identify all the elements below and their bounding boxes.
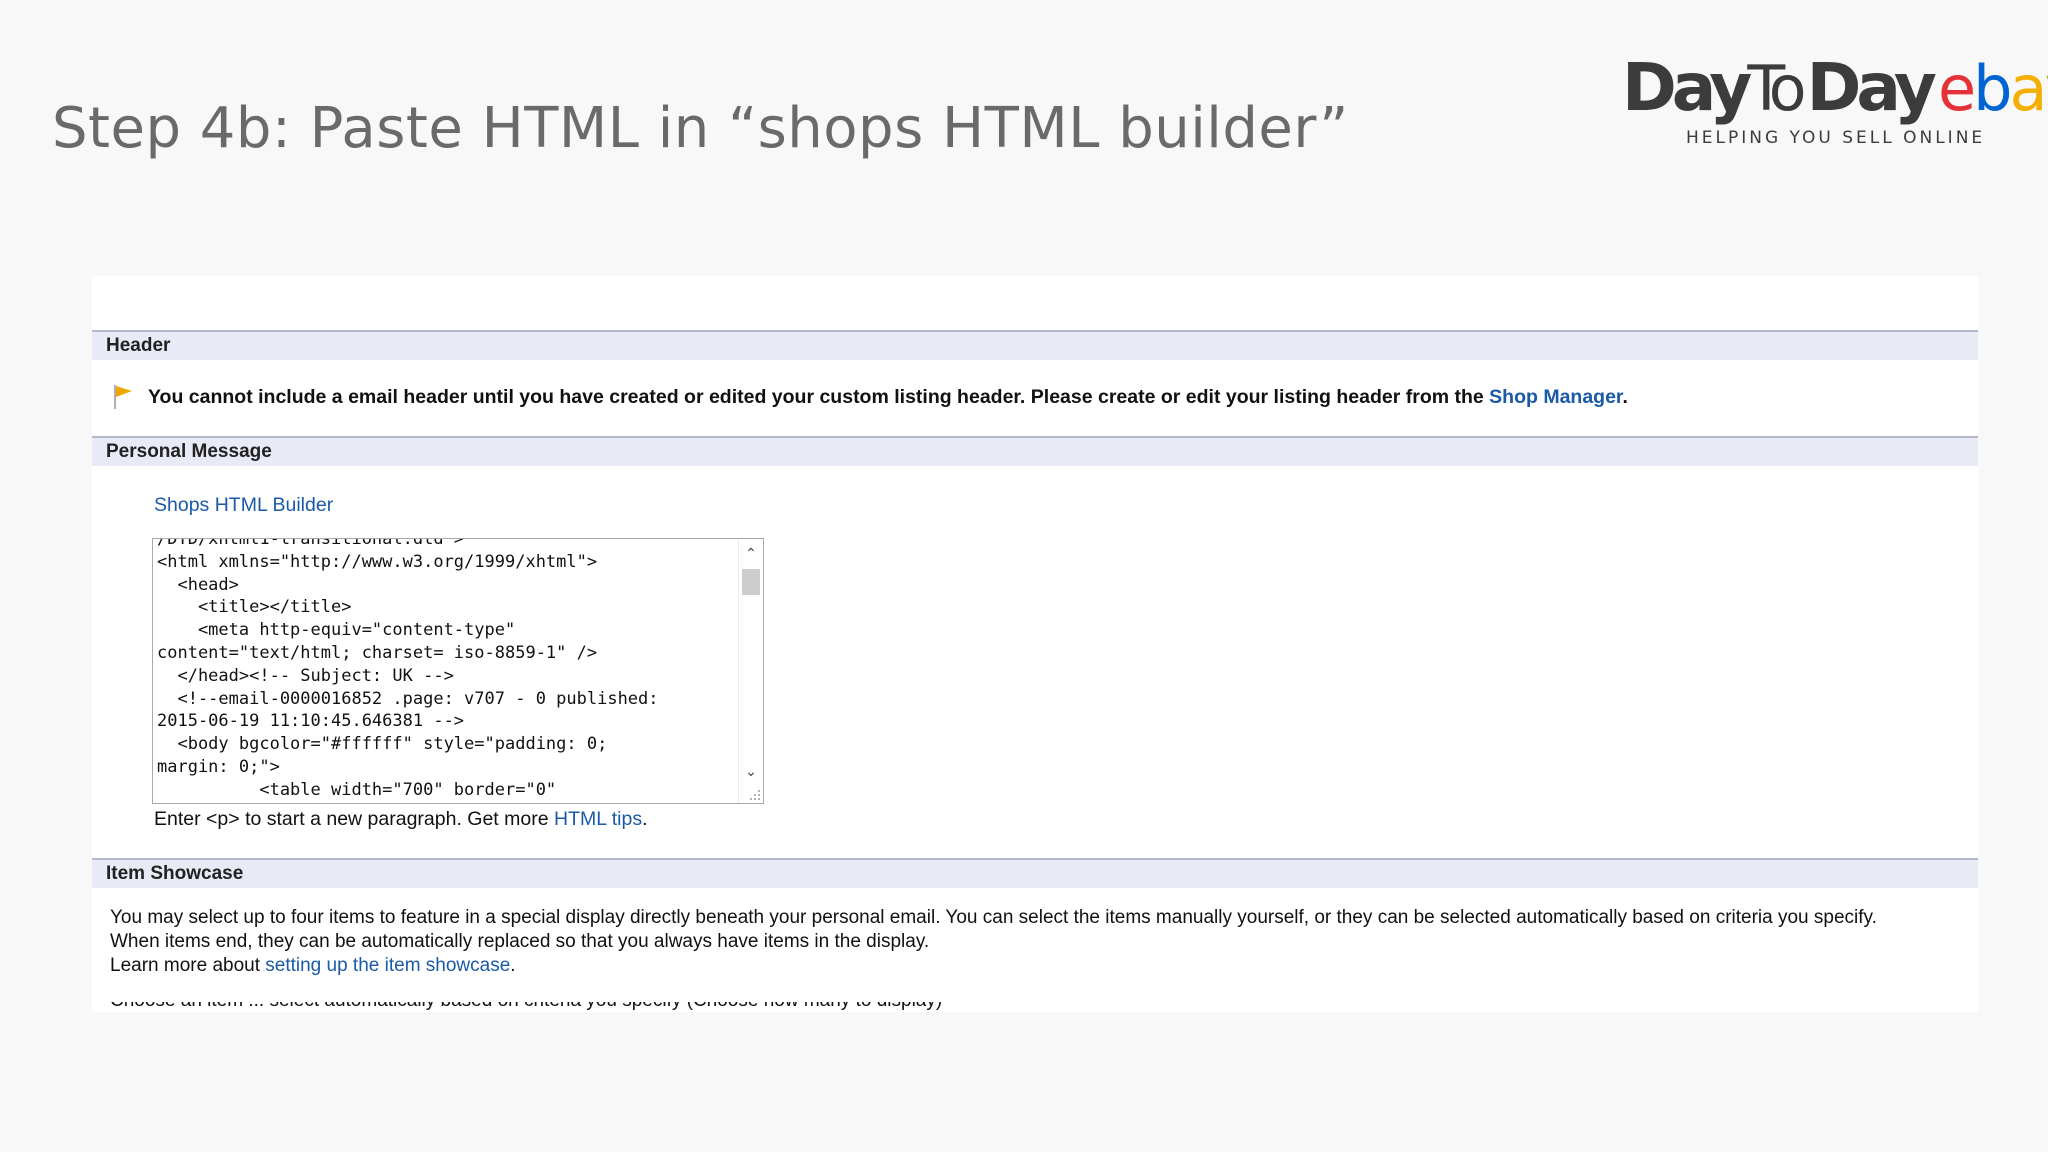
header-notice: You cannot include a email header until … bbox=[112, 384, 1628, 410]
showcase-line-2: When items end, they can be automaticall… bbox=[110, 931, 930, 952]
scroll-up-icon[interactable]: ⌃ bbox=[739, 543, 763, 563]
logo-day-text: Day bbox=[1622, 49, 1752, 126]
code-line[interactable]: <html xmlns="http://www.w3.org/1999/xhtm… bbox=[157, 551, 735, 574]
code-line[interactable]: <title></title> bbox=[157, 596, 735, 619]
item-showcase-section-bar: Item Showcase bbox=[92, 858, 1978, 888]
header-notice-text: You cannot include a email header until … bbox=[148, 385, 1628, 408]
item-showcase-description: You may select up to four items to featu… bbox=[110, 906, 1877, 978]
code-line[interactable]: <body bgcolor="#ffffff" style="padding: … bbox=[157, 733, 735, 756]
code-line[interactable]: <head> bbox=[157, 574, 735, 597]
item-showcase-section-label: Item Showcase bbox=[106, 863, 244, 884]
code-line[interactable]: <table width="700" border="0" bbox=[157, 779, 735, 802]
code-line[interactable]: <meta http-equiv="content-type" bbox=[157, 619, 735, 642]
daytoday-ebay-logo: Day To Day ebay HELPING YOU SELL ONLINE bbox=[1622, 49, 2048, 152]
code-line[interactable]: /DTD/xhtml1-transitional.dtd"> bbox=[157, 539, 735, 551]
scroll-down-icon[interactable]: ⌄ bbox=[739, 761, 763, 781]
header-section-label: Header bbox=[106, 335, 171, 356]
cutoff-showcase-option: Choose an item ... select automatically … bbox=[110, 1002, 1010, 1012]
header-section-bar: Header bbox=[92, 330, 1978, 360]
code-line[interactable]: <!--email-0000016852 .page: v707 - 0 pub… bbox=[157, 688, 735, 711]
logo-day2-text: Day bbox=[1806, 49, 1937, 126]
html-code-content[interactable]: /DTD/xhtml1-transitional.dtd"> <html xmln… bbox=[157, 539, 735, 802]
slide-title: Step 4b: Paste HTML in “shops HTML build… bbox=[52, 96, 1349, 161]
logo-tagline: HELPING YOU SELL ONLINE bbox=[1686, 128, 1986, 148]
shop-manager-link[interactable]: Shop Manager bbox=[1489, 386, 1622, 408]
logo-to-text: To bbox=[1747, 52, 1806, 125]
code-line[interactable]: </head><!-- Subject: UK --> bbox=[157, 665, 735, 688]
html-tips-link[interactable]: HTML tips bbox=[554, 808, 642, 830]
html-tips-hint: Enter <p> to start a new paragraph. Get … bbox=[154, 808, 648, 830]
showcase-line-3: Learn more about setting up the item sho… bbox=[110, 955, 516, 976]
code-line[interactable]: 2015-06-19 11:10:45.646381 --> bbox=[157, 710, 735, 733]
scrollbar-thumb[interactable] bbox=[742, 569, 760, 595]
resize-grip-icon[interactable] bbox=[749, 789, 761, 801]
personal-message-section-bar: Personal Message bbox=[92, 436, 1978, 466]
shop-email-editor-screenshot: Header You cannot include a email header… bbox=[92, 276, 1978, 1012]
shops-html-builder-link[interactable]: Shops HTML Builder bbox=[154, 494, 333, 517]
code-line[interactable]: content="text/html; charset= iso-8859-1"… bbox=[157, 642, 735, 665]
item-showcase-help-link[interactable]: setting up the item showcase bbox=[265, 955, 510, 976]
flag-icon bbox=[114, 385, 132, 409]
logo-wordmark: Day To Day ebay bbox=[1622, 49, 2048, 126]
code-line[interactable]: margin: 0;"> bbox=[157, 756, 735, 779]
textarea-scrollbar[interactable]: ⌃ ⌄ bbox=[738, 539, 763, 803]
ebay-logo-text: ebay bbox=[1937, 52, 2048, 125]
showcase-line-1: You may select up to four items to featu… bbox=[110, 907, 1877, 928]
personal-message-section-label: Personal Message bbox=[106, 441, 272, 462]
html-code-textarea[interactable]: /DTD/xhtml1-transitional.dtd"> <html xmln… bbox=[152, 538, 764, 804]
